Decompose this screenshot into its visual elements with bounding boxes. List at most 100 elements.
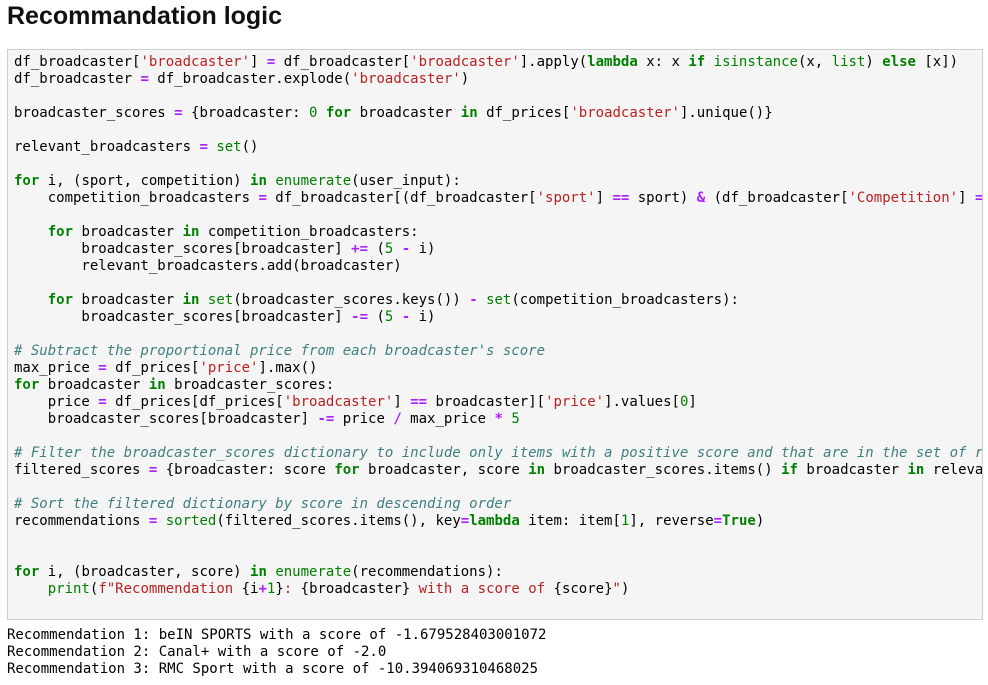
code-token: i)	[410, 309, 436, 325]
code-token: -	[401, 309, 411, 325]
code-line: broadcaster_scores = {broadcaster: 0 for…	[14, 105, 773, 122]
code-token: set	[486, 292, 512, 308]
code-token: df_broadcaster[	[14, 54, 141, 70]
code-token: 'sport'	[536, 190, 596, 206]
code-token: # Filter the broadcaster_scores dictiona…	[14, 445, 983, 461]
code-token: broadcaster][	[427, 394, 546, 410]
code-token: df_prices[	[106, 360, 200, 376]
code-token: for	[14, 564, 40, 580]
output-line: Recommendation 1: beIN SPORTS with a sco…	[7, 627, 547, 643]
code-token: ]	[958, 190, 975, 206]
code-token: for	[14, 173, 40, 189]
code-token: max_price	[14, 360, 99, 376]
code-token: (x,	[797, 54, 832, 70]
code-token: set	[216, 139, 242, 155]
code-token: )	[755, 513, 765, 529]
code-token: 'broadcaster'	[351, 71, 461, 87]
code-token: +	[258, 581, 267, 597]
code-token: 'broadcaster'	[410, 54, 520, 70]
code-token: (df_broadcaster[	[705, 190, 849, 206]
code-token: list	[831, 54, 866, 70]
code-token: df_broadcaster[(df_broadcaster[	[266, 190, 537, 206]
code-token: if	[781, 462, 798, 478]
code-token: df_broadcaster	[14, 71, 141, 87]
code-line: for broadcaster in broadcaster_scores:	[14, 377, 334, 394]
code-line: broadcaster_scores[broadcaster] += (5 - …	[14, 241, 435, 258]
code-token: broadcaster_scores[broadcaster]	[14, 309, 352, 325]
code-token: recommendations	[14, 513, 149, 529]
code-line: # Filter the broadcaster_scores dictiona…	[14, 445, 983, 462]
code-token: =	[713, 513, 723, 529]
code-token: 'Competition'	[848, 190, 959, 206]
code-token: ()	[241, 139, 259, 155]
code-token: else	[882, 54, 916, 70]
code-token: broadcaster_scores.items()	[545, 462, 782, 478]
code-token: 'broadcaster'	[570, 105, 680, 121]
code-token: =	[174, 105, 183, 121]
code-token: broadcaster_scores	[14, 105, 175, 121]
code-token: =	[199, 139, 208, 155]
code-token: (user_input):	[351, 173, 461, 189]
code-token: ].values[	[604, 394, 680, 410]
code-token: ].max()	[258, 360, 318, 376]
code-token: in	[250, 173, 267, 189]
code-token: df_broadcaster.explode(	[148, 71, 352, 87]
code-token: competition_broadcasters	[14, 190, 259, 206]
code-token: "	[612, 581, 621, 597]
code-token: ]	[393, 394, 411, 410]
code-token: in	[148, 377, 166, 393]
code-token: in	[907, 462, 925, 478]
code-token: f"Recommendation	[98, 581, 242, 597]
code-token: {broadcaster:	[182, 105, 310, 121]
code-token: (broadcaster_scores.keys())	[233, 292, 470, 308]
code-token: =	[98, 394, 107, 410]
code-line: for i, (sport, competition) in enumerate…	[14, 173, 461, 190]
code-token: relevan	[932, 462, 983, 478]
code-token: df_broadcaster[	[275, 54, 411, 70]
code-line: # Sort the filtered dictionary by score …	[14, 496, 511, 513]
code-token: df_prices[df_prices[	[106, 394, 284, 410]
code-token: price	[334, 411, 394, 427]
code-token: (recommendations):	[351, 564, 503, 580]
code-token: print	[47, 581, 90, 597]
code-line: df_broadcaster['broadcaster'] = df_broad…	[14, 54, 958, 71]
code-token: for	[334, 462, 360, 478]
code-token: df_prices[	[477, 105, 571, 121]
code-line: broadcaster_scores[broadcaster] -= (5 - …	[14, 309, 435, 326]
output-line: Recommendation 2: Canal+ with a score of…	[7, 644, 387, 660]
code-token: # Sort the filtered dictionary by score …	[14, 496, 512, 512]
code-token: :	[283, 581, 301, 597]
code-token: filtered_scores	[14, 462, 149, 478]
code-token: broadcaster_scores[broadcaster]	[14, 241, 352, 257]
code-token: =	[140, 71, 149, 87]
code-token: }	[275, 581, 284, 597]
code-token: if	[688, 54, 706, 70]
code-token: # Subtract the proportional price from e…	[14, 343, 546, 359]
code-token: )	[620, 581, 630, 597]
code-token: {broadcaster}	[300, 581, 411, 597]
code-token: i)	[410, 241, 436, 257]
code-line: for broadcaster in set(broadcaster_score…	[14, 292, 739, 309]
code-token: broadcaster	[73, 224, 183, 240]
code-token: broadcaster_scores:	[165, 377, 335, 393]
code-token: /	[393, 411, 402, 427]
code-token: *	[494, 411, 503, 427]
code-token: for	[14, 377, 40, 393]
code-token: =	[460, 513, 470, 529]
code-token: ].apply(	[519, 54, 588, 70]
code-token: lambda	[587, 54, 638, 70]
code-token: for	[47, 292, 74, 308]
code-cell[interactable]: df_broadcaster['broadcaster'] = df_broad…	[7, 49, 983, 620]
code-token: relevant_broadcasters.add(broadcaster)	[14, 258, 402, 274]
code-token: )	[460, 71, 470, 87]
code-token: ==	[410, 394, 428, 410]
code-token: isinstance	[713, 54, 798, 70]
code-token: (filtered_scores.items(), key	[216, 513, 461, 529]
code-token: x: x	[637, 54, 689, 70]
code-line: print(f"Recommendation {i+1}: {broadcast…	[14, 581, 630, 598]
